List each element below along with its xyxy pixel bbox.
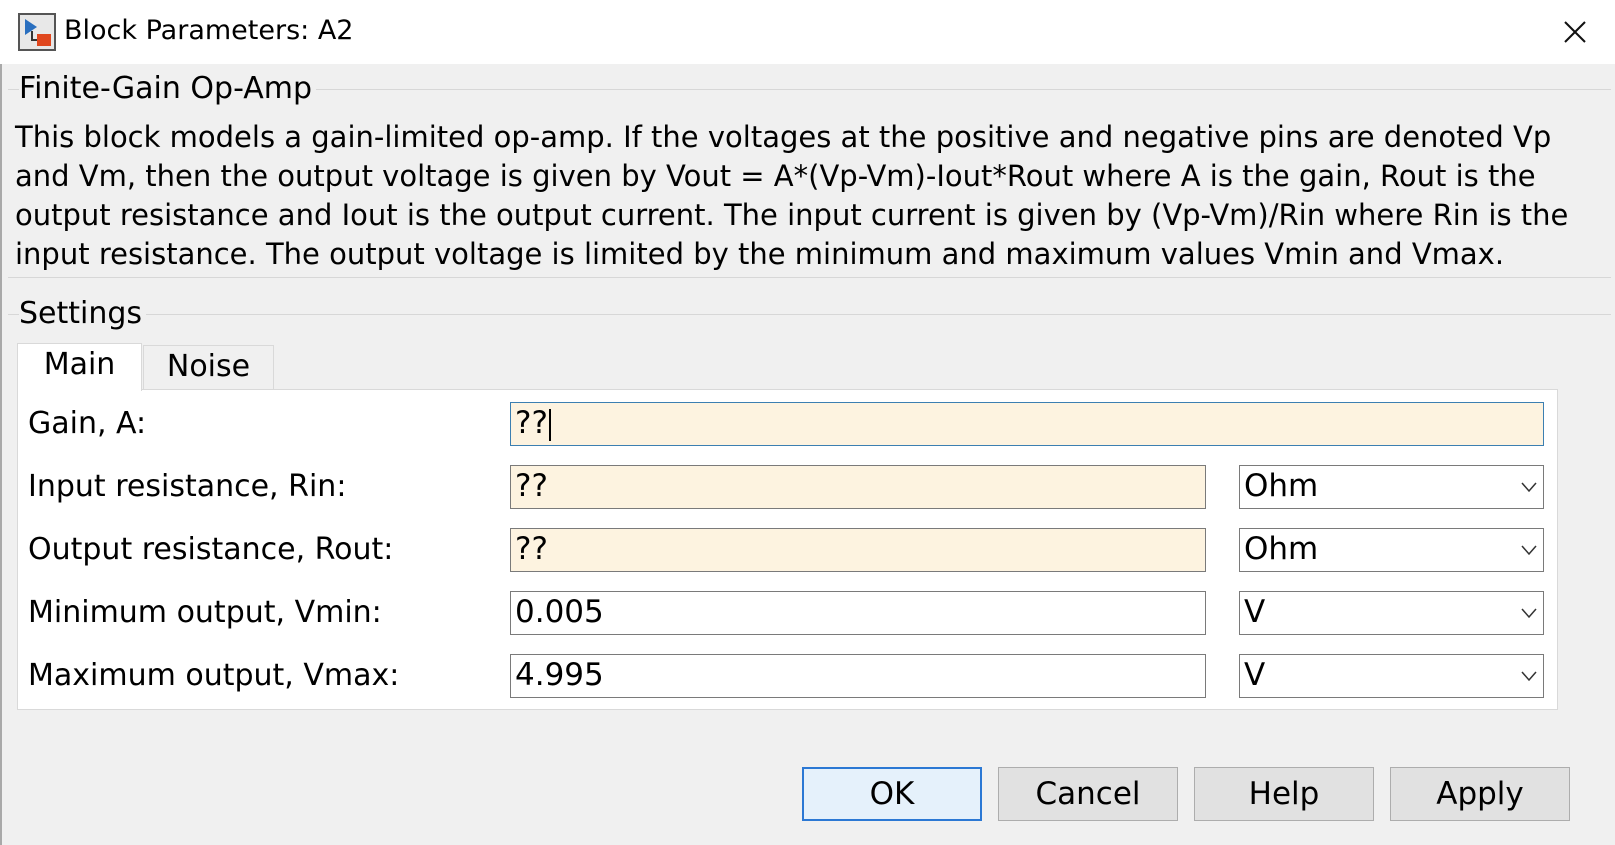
text-cursor: [548, 408, 551, 441]
output-resistance-unit-select[interactable]: Ohm: [1239, 528, 1544, 572]
tab-noise[interactable]: Noise: [143, 345, 274, 391]
settings-label: Settings: [19, 296, 147, 332]
title-bar[interactable]: Block Parameters: A2: [0, 0, 1615, 64]
maximum-output-input[interactable]: 4.995: [510, 654, 1206, 698]
gain-label: Gain, A:: [28, 406, 147, 441]
groupbox-border: [140, 314, 1611, 315]
simulink-block-icon: [18, 13, 56, 51]
close-button[interactable]: [1553, 12, 1597, 52]
input-resistance-unit: Ohm: [1244, 468, 1319, 504]
close-icon: [1564, 21, 1586, 43]
tab-main[interactable]: Main: [17, 343, 142, 391]
cancel-button[interactable]: Cancel: [998, 767, 1178, 821]
groupbox-border: [8, 277, 1611, 278]
chevron-down-icon: [1521, 545, 1537, 556]
input-resistance-label: Input resistance, Rin:: [28, 469, 347, 504]
groupbox-border: [305, 89, 1611, 90]
input-resistance-unit-select[interactable]: Ohm: [1239, 465, 1544, 509]
output-resistance-input[interactable]: ??: [510, 528, 1206, 572]
window-title: Block Parameters: A2: [64, 15, 354, 46]
window-border: [0, 64, 2, 845]
minimum-output-unit-select[interactable]: V: [1239, 591, 1544, 635]
gain-value: ??: [515, 405, 548, 441]
minimum-output-label: Minimum output, Vmin:: [28, 595, 382, 630]
chevron-down-icon: [1521, 482, 1537, 493]
output-resistance-unit: Ohm: [1244, 531, 1319, 567]
gain-input[interactable]: ??: [510, 402, 1544, 446]
block-type-title: Finite-Gain Op-Amp: [19, 71, 317, 107]
input-resistance-input[interactable]: ??: [510, 465, 1206, 509]
chevron-down-icon: [1521, 671, 1537, 682]
help-button[interactable]: Help: [1194, 767, 1374, 821]
block-description: This block models a gain-limited op-amp.…: [15, 120, 1569, 271]
output-resistance-label: Output resistance, Rout:: [28, 532, 394, 567]
maximum-output-unit-select[interactable]: V: [1239, 654, 1544, 698]
minimum-output-unit: V: [1244, 594, 1266, 630]
maximum-output-unit: V: [1244, 657, 1266, 693]
chevron-down-icon: [1521, 608, 1537, 619]
ok-button[interactable]: OK: [802, 767, 982, 821]
minimum-output-input[interactable]: 0.005: [510, 591, 1206, 635]
maximum-output-label: Maximum output, Vmax:: [28, 658, 400, 693]
apply-button[interactable]: Apply: [1390, 767, 1570, 821]
